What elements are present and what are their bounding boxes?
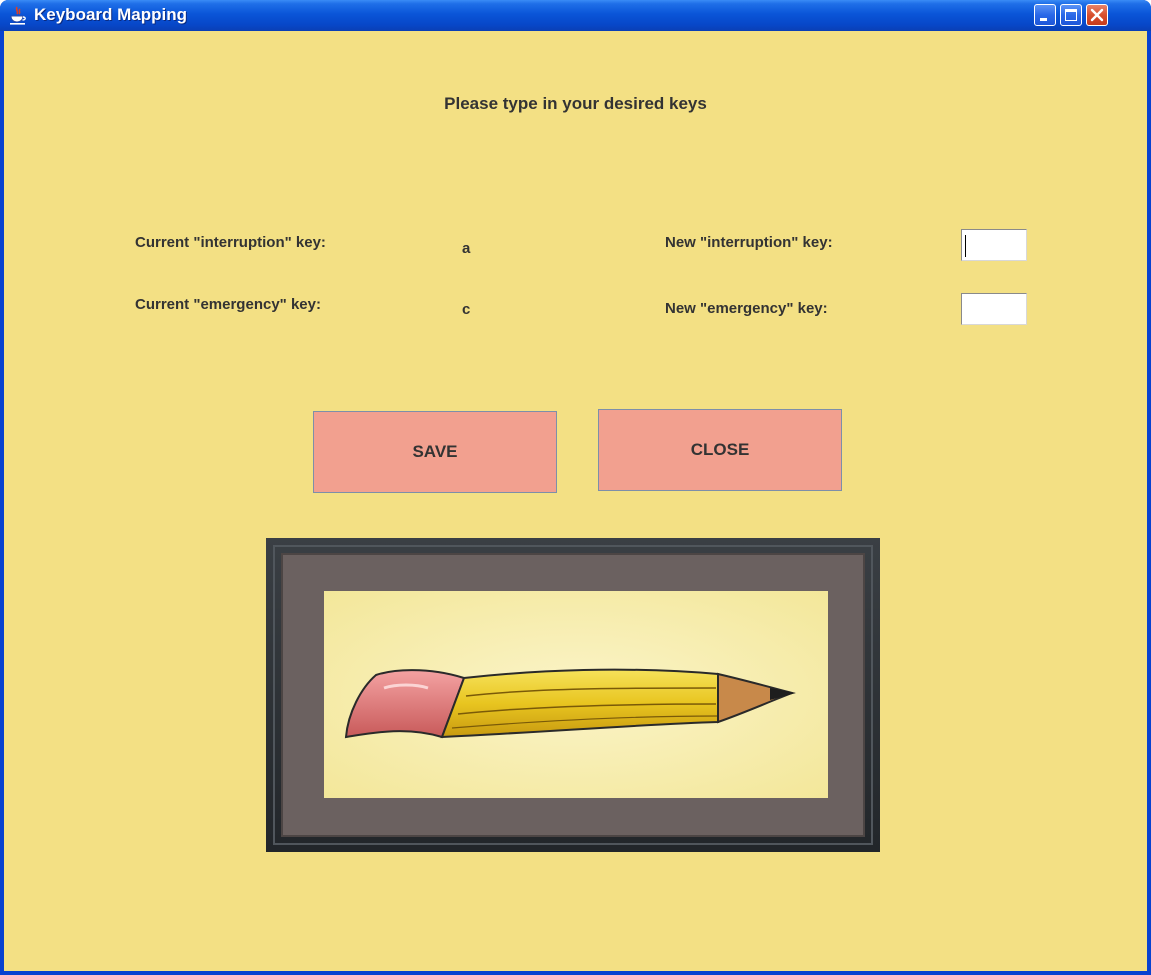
framed-pencil-picture: [266, 538, 880, 852]
instruction-heading: Please type in your desired keys: [444, 94, 707, 113]
close-window-button[interactable]: [1086, 4, 1108, 26]
close-icon: [1090, 8, 1104, 22]
current-interruption-key-value: a: [462, 240, 471, 257]
current-emergency-key-value: c: [462, 301, 471, 318]
new-interruption-key-input[interactable]: [961, 229, 1027, 261]
window-title: Keyboard Mapping: [34, 5, 188, 24]
minimize-button[interactable]: [1034, 4, 1056, 26]
maximize-button[interactable]: [1060, 4, 1082, 26]
current-interruption-key-label: Current "interruption" key:: [135, 234, 326, 251]
text-caret: [965, 235, 966, 257]
new-emergency-key-label: New "emergency" key:: [665, 300, 828, 317]
current-emergency-key-label: Current "emergency" key:: [135, 296, 321, 313]
java-cup-icon: [10, 6, 26, 25]
minimize-icon: [1040, 18, 1047, 21]
new-emergency-key-input[interactable]: [961, 293, 1027, 325]
close-button[interactable]: CLOSE: [598, 409, 842, 491]
maximize-icon: [1065, 9, 1077, 21]
save-button[interactable]: SAVE: [313, 411, 557, 493]
title-bar[interactable]: Keyboard Mapping: [0, 0, 1151, 31]
new-interruption-key-label: New "interruption" key:: [665, 234, 833, 251]
